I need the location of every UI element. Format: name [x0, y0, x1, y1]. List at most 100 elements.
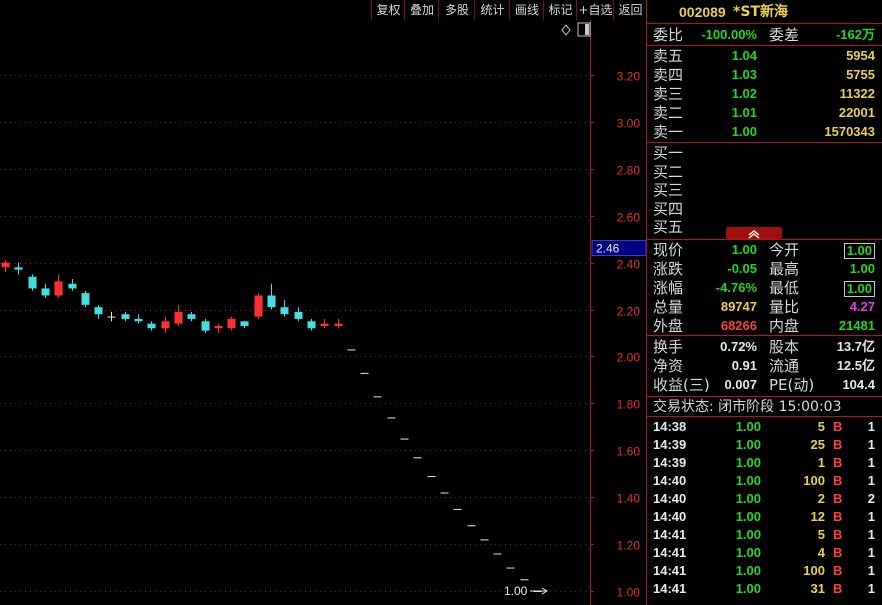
tick-row[interactable]: 14:38 1.00 5 B 1: [647, 418, 882, 436]
tick-side: B: [833, 455, 843, 470]
tick-volume: 12: [810, 509, 825, 524]
ask-row[interactable]: 卖一 1.00 1570343: [647, 123, 882, 141]
tick-row[interactable]: 14:40 1.00 12 B 1: [647, 508, 882, 526]
y-tick-label: 2.40: [617, 258, 641, 272]
candle[interactable]: [320, 318, 329, 329]
quote-label: 涨跌: [653, 260, 684, 278]
bid-row[interactable]: 买三: [647, 181, 882, 199]
candle[interactable]: [121, 311, 130, 322]
tick-time: 14:39: [653, 437, 687, 452]
bid-row[interactable]: 买二: [647, 163, 882, 181]
candle[interactable]: [267, 283, 276, 310]
y-tick-label: 1.80: [617, 398, 641, 412]
tick-row[interactable]: 14:40 1.00 100 B 1: [647, 472, 882, 490]
candle[interactable]: [307, 318, 316, 331]
quote-row: 涨跌 -0.05 最高 1.00: [647, 260, 882, 278]
window-toggle-icon[interactable]: [577, 22, 591, 37]
candle[interactable]: [280, 300, 289, 317]
bid-row[interactable]: 买一: [647, 144, 882, 162]
tick-count: 1: [867, 545, 875, 560]
bid-label: 买四: [653, 199, 684, 218]
candle[interactable]: [227, 316, 236, 331]
tick-count: 1: [867, 581, 875, 596]
tick-side: B: [833, 563, 843, 578]
candle[interactable]: [68, 279, 77, 291]
ask-row[interactable]: 卖二 1.01 22001: [647, 104, 882, 122]
candle[interactable]: [506, 567, 515, 569]
toolbar-button[interactable]: 返回: [613, 0, 647, 20]
tick-count: 2: [867, 491, 875, 506]
tick-time: 14:41: [653, 563, 687, 578]
tick-time: 14:40: [653, 473, 687, 488]
candle[interactable]: [440, 492, 449, 494]
toolbar-button[interactable]: 叠加: [404, 0, 439, 20]
candle[interactable]: [427, 476, 436, 478]
tick-row[interactable]: 14:39 1.00 1 B 1: [647, 454, 882, 472]
candle[interactable]: [493, 553, 502, 555]
candle[interactable]: [41, 283, 50, 298]
bid-row[interactable]: 买四: [647, 200, 882, 218]
candle[interactable]: [147, 321, 156, 331]
candle[interactable]: [240, 321, 249, 329]
candle[interactable]: [94, 304, 103, 319]
candle[interactable]: [480, 539, 489, 541]
ask-volume: 11322: [839, 86, 875, 101]
candle[interactable]: [107, 311, 116, 322]
bid-label: 买二: [653, 162, 684, 181]
candle[interactable]: [161, 316, 170, 333]
quote-row: 外盘 68266 内盘 21481: [647, 317, 882, 335]
candle[interactable]: [81, 290, 90, 308]
candle[interactable]: [134, 314, 143, 324]
tick-row[interactable]: 14:41 1.00 5 B 1: [647, 526, 882, 544]
diamond-icon[interactable]: [561, 24, 571, 36]
candle[interactable]: [294, 307, 303, 322]
ask-row[interactable]: 卖三 1.02 11322: [647, 85, 882, 103]
candle[interactable]: [174, 304, 183, 326]
candle[interactable]: [360, 372, 369, 374]
candle[interactable]: [413, 457, 422, 459]
tick-side: B: [833, 581, 843, 596]
candle[interactable]: [14, 262, 23, 275]
candle[interactable]: [187, 311, 196, 322]
candle[interactable]: [453, 508, 462, 510]
candle[interactable]: [520, 579, 529, 581]
toolbar-button[interactable]: 标记: [543, 0, 577, 20]
toolbar-button[interactable]: 复权: [371, 0, 405, 20]
toolbar-button[interactable]: 画线: [509, 0, 544, 20]
quote-panel: 002089 *ST新海 委比 -100.00% 委差 -162万 卖五 1.04…: [646, 0, 882, 605]
candle[interactable]: [347, 349, 356, 351]
toolbar-button[interactable]: +自选: [576, 0, 614, 20]
quote-value: 1.00: [843, 281, 875, 297]
tick-time: 14:39: [653, 455, 687, 470]
kline-chart[interactable]: 1.00 3.20 3.00 2.80 2.60 2.40 2.20 2.00 1.80 1.6…: [0, 0, 646, 605]
ask-price: 1.02: [731, 86, 757, 101]
candle[interactable]: [254, 293, 263, 319]
ask-row[interactable]: 卖四 1.03 5755: [647, 66, 882, 84]
candle[interactable]: [334, 318, 343, 329]
y-tick-label: 1.00: [617, 586, 641, 600]
toolbar-button[interactable]: 多股: [438, 0, 475, 20]
tick-row[interactable]: 14:41 1.00 4 B 1: [647, 544, 882, 562]
candle[interactable]: [201, 318, 210, 333]
tick-row[interactable]: 14:40 1.00 2 B 2: [647, 490, 882, 508]
candle[interactable]: [54, 274, 63, 298]
tick-volume: 5: [817, 527, 825, 542]
candle[interactable]: [1, 260, 10, 273]
candle[interactable]: [214, 323, 223, 333]
tick-time: 14:38: [653, 419, 687, 434]
candle[interactable]: [467, 525, 476, 527]
candle[interactable]: [387, 417, 396, 419]
tick-row[interactable]: 14:41 1.00 31 B 1: [647, 580, 882, 598]
candle[interactable]: [28, 274, 37, 291]
tick-row[interactable]: 14:39 1.00 25 B 1: [647, 436, 882, 454]
quote-label: 今开: [769, 241, 800, 259]
ask-price: 1.00: [731, 124, 757, 139]
collapse-book-button[interactable]: [726, 227, 782, 239]
ask-row[interactable]: 卖五 1.04 5954: [647, 47, 882, 65]
tick-row[interactable]: 14:41 1.00 100 B 1: [647, 562, 882, 580]
candle[interactable]: [400, 438, 409, 440]
tick-side: B: [833, 509, 843, 524]
quote-label: 最低: [769, 279, 800, 297]
toolbar-button[interactable]: 统计: [474, 0, 510, 20]
candle[interactable]: [373, 396, 382, 398]
